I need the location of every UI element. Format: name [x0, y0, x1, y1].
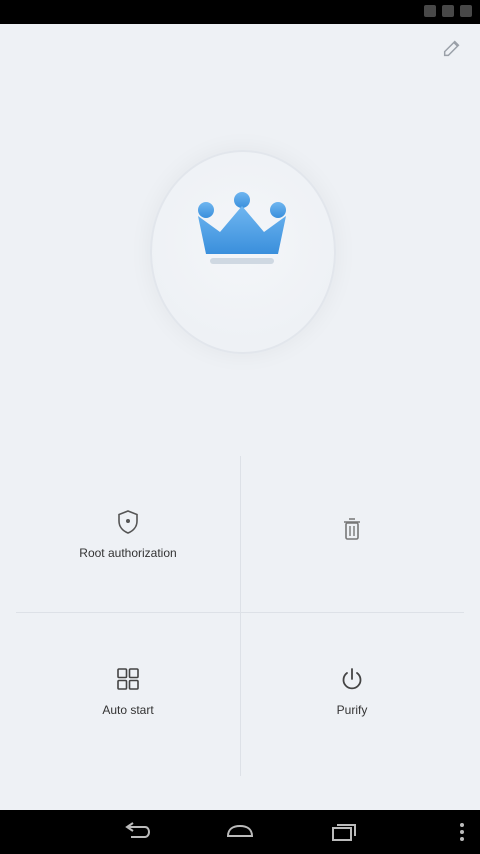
status-bar	[0, 0, 480, 24]
menu-icon	[460, 823, 464, 841]
back-icon	[125, 822, 151, 838]
app-logo	[150, 150, 336, 354]
edit-button[interactable]	[438, 34, 466, 62]
auto-start-tile[interactable]: Auto start	[16, 613, 240, 769]
wifi-icon	[442, 5, 454, 17]
shield-icon	[118, 510, 138, 534]
auto-start-label: Auto start	[102, 703, 154, 717]
edit-icon	[443, 40, 460, 57]
battery-icon	[460, 5, 472, 17]
menu-button[interactable]	[444, 818, 480, 846]
recent-apps-icon	[332, 824, 356, 841]
home-button[interactable]	[222, 818, 258, 846]
purify-label: Purify	[336, 703, 368, 717]
app-bar	[0, 24, 480, 76]
trash-icon	[344, 518, 360, 540]
recent-apps-button[interactable]	[326, 818, 362, 846]
purify-tile[interactable]: Purify	[240, 613, 464, 769]
root-authorization-tile[interactable]: Root authorization	[16, 456, 240, 612]
uninstall-tile[interactable]	[240, 456, 464, 612]
root-authorization-label: Root authorization	[79, 546, 177, 560]
status-icons	[424, 5, 472, 17]
feature-grid: Root authorization Auto start Purify	[16, 456, 464, 776]
grid-icon	[117, 668, 139, 690]
back-button[interactable]	[118, 818, 154, 846]
power-icon	[342, 668, 362, 690]
navigation-bar	[0, 810, 480, 854]
signal-icon	[424, 5, 436, 17]
home-icon	[226, 824, 254, 837]
crown-icon	[198, 192, 286, 264]
